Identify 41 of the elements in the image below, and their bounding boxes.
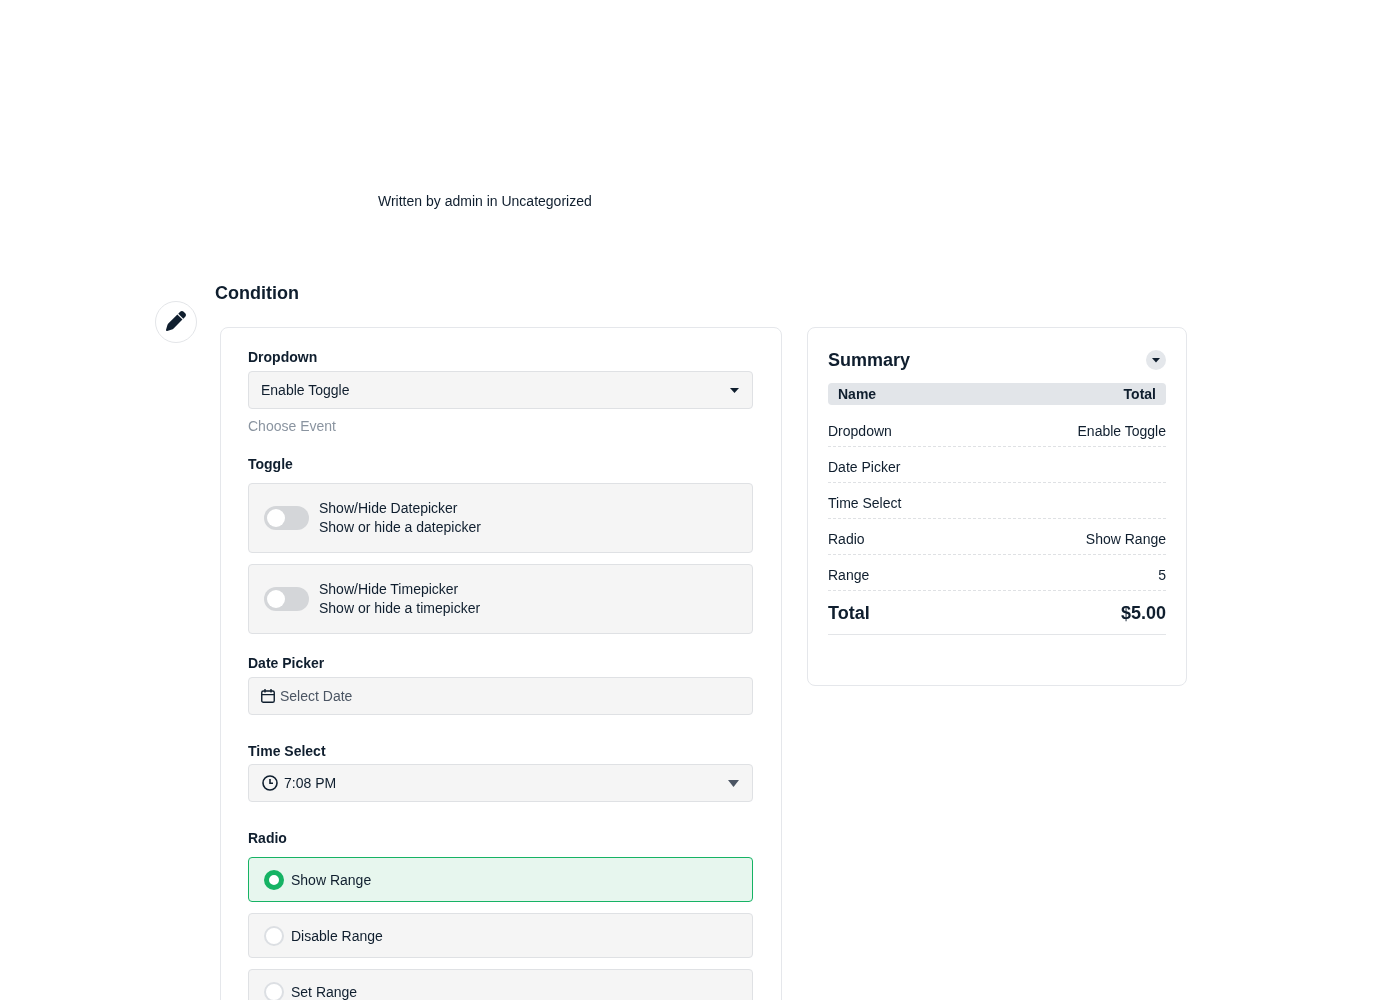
caret-icon bbox=[728, 779, 739, 787]
table-cell: 5 bbox=[1158, 566, 1166, 584]
toggle-description: Show or hide a datepicker bbox=[319, 517, 481, 537]
calendar-icon bbox=[261, 689, 275, 703]
table-cell: Enable Toggle bbox=[1077, 422, 1166, 440]
toggle-description: Show or hide a timepicker bbox=[319, 598, 481, 618]
field-hint: Choose Event bbox=[248, 417, 336, 435]
caret-icon bbox=[730, 387, 739, 393]
radio-option[interactable]: Show Range bbox=[248, 857, 753, 902]
table-cell: Radio bbox=[828, 530, 865, 548]
total-label: Total bbox=[828, 602, 870, 625]
total-value: $5.00 bbox=[1120, 602, 1166, 625]
table-cell: Time Select bbox=[828, 494, 902, 512]
toggle-switch[interactable] bbox=[264, 506, 309, 530]
time-select[interactable]: 7:08 PM bbox=[248, 764, 753, 802]
radio-circle-icon bbox=[264, 925, 284, 946]
table-cell: Date Picker bbox=[828, 458, 901, 476]
toggle-title: Show/Hide Datepicker bbox=[319, 498, 458, 518]
field-label: Dropdown bbox=[248, 348, 318, 366]
field-label: Time Select bbox=[248, 742, 326, 760]
section-title: Condition bbox=[215, 282, 299, 305]
radio-option[interactable]: Set Range bbox=[248, 969, 753, 1000]
field-label: Date Picker bbox=[248, 654, 325, 672]
toggle-title: Show/Hide Timepicker bbox=[319, 579, 459, 599]
date-field[interactable]: Select Date bbox=[248, 677, 753, 715]
table-cell: Show Range bbox=[1085, 530, 1166, 548]
radio-circle-icon bbox=[264, 869, 284, 890]
table-cell: Range bbox=[828, 566, 870, 584]
caret-icon[interactable] bbox=[1146, 350, 1166, 370]
post-meta: Written by admin in Uncategorized bbox=[378, 193, 592, 209]
table-cell: Dropdown bbox=[828, 422, 892, 440]
toggle-switch[interactable] bbox=[264, 587, 309, 611]
clock-icon bbox=[262, 775, 278, 791]
field-label: Radio bbox=[248, 829, 287, 847]
pencil-icon bbox=[155, 301, 197, 343]
summary-title: Summary bbox=[828, 349, 911, 372]
field-label: Toggle bbox=[248, 455, 293, 473]
column-header: Name bbox=[838, 385, 877, 404]
radio-option[interactable]: Disable Range bbox=[248, 913, 753, 958]
dropdown-select[interactable]: Enable Toggle bbox=[248, 371, 753, 409]
column-header: Total bbox=[1123, 385, 1156, 404]
